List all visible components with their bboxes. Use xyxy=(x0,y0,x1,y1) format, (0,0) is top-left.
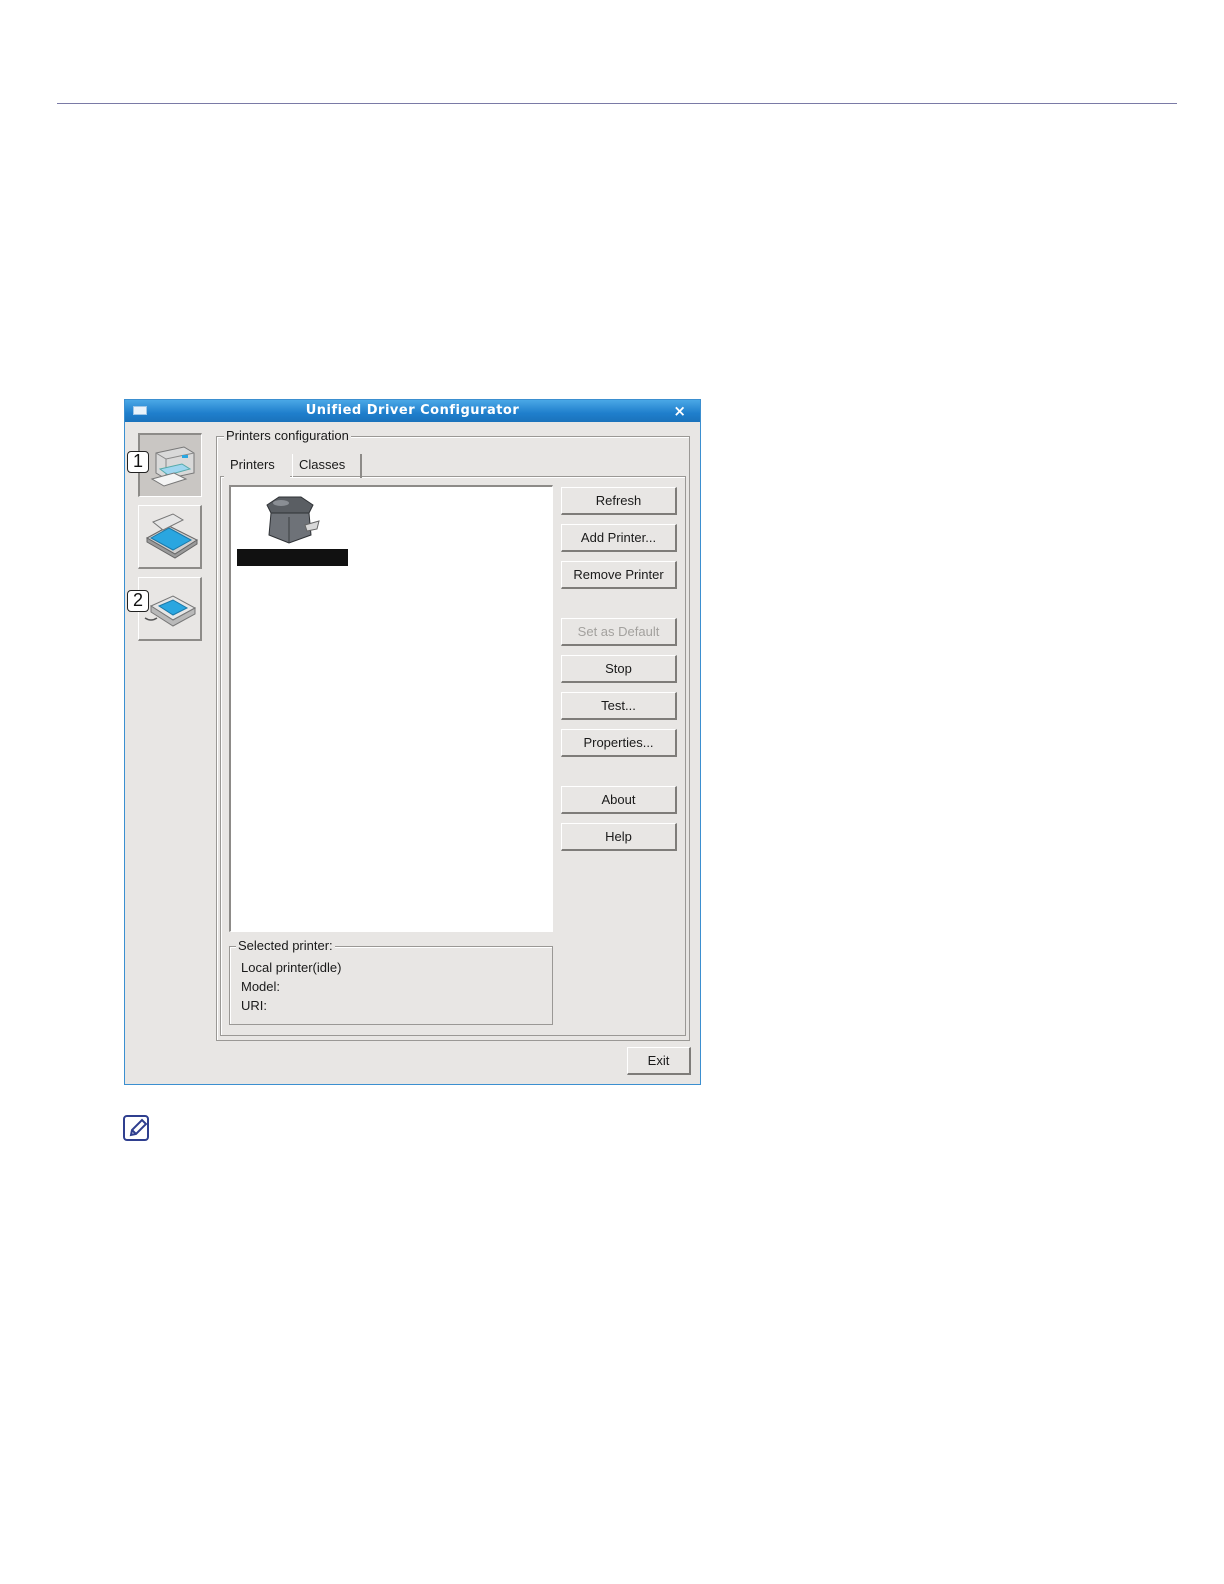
sidebar-item-scanners[interactable] xyxy=(138,505,202,569)
printer-icon[interactable] xyxy=(261,491,321,547)
close-icon[interactable]: × xyxy=(673,402,686,420)
note-icon xyxy=(123,1115,149,1141)
printer-icon xyxy=(150,446,195,487)
printer-list[interactable] xyxy=(229,485,553,932)
selected-printer-legend: Selected printer: xyxy=(236,938,335,953)
test-button[interactable]: Test... xyxy=(561,692,677,720)
printer-model-label: Model: xyxy=(241,979,281,994)
properties-button[interactable]: Properties... xyxy=(561,729,677,757)
tab-printers[interactable]: Printers xyxy=(224,454,290,478)
scanner-icon xyxy=(145,513,199,559)
page-top-rule xyxy=(57,103,1177,104)
unified-driver-configurator-window: Unified Driver Configurator × 1 2 Printe… xyxy=(124,399,701,1085)
remove-printer-button[interactable]: Remove Printer xyxy=(561,561,677,589)
exit-button[interactable]: Exit xyxy=(627,1047,691,1075)
title-bar[interactable]: Unified Driver Configurator × xyxy=(125,400,700,422)
add-printer-button[interactable]: Add Printer... xyxy=(561,524,677,552)
window-title: Unified Driver Configurator xyxy=(305,403,520,418)
port-icon xyxy=(144,595,197,627)
refresh-button[interactable]: Refresh xyxy=(561,487,677,515)
tab-classes[interactable]: Classes xyxy=(292,454,362,478)
help-button[interactable]: Help xyxy=(561,823,677,851)
printer-name-selected[interactable] xyxy=(237,549,348,566)
callout-1: 1 xyxy=(127,451,149,473)
printer-status: Local printer(idle) xyxy=(241,960,342,975)
callout-2: 2 xyxy=(127,590,149,612)
set-as-default-button[interactable]: Set as Default xyxy=(561,618,677,646)
printer-uri-label: URI: xyxy=(241,998,267,1013)
about-button[interactable]: About xyxy=(561,786,677,814)
stop-button[interactable]: Stop xyxy=(561,655,677,683)
printers-configuration-legend: Printers configuration xyxy=(224,428,351,443)
